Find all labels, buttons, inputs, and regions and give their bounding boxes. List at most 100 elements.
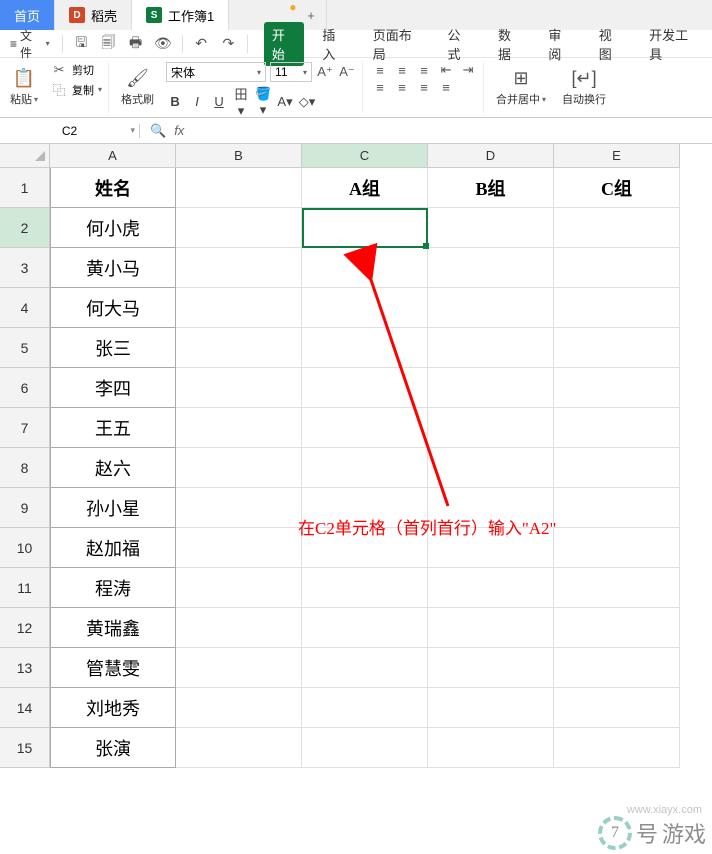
row-header[interactable]: 10 — [0, 528, 50, 568]
copy-button[interactable]: ⿻复制▾ — [50, 80, 102, 99]
row-header[interactable]: 7 — [0, 408, 50, 448]
cell[interactable]: 何小虎 — [50, 208, 176, 248]
ribbon-tab-view[interactable]: 视图 — [591, 22, 631, 66]
cell[interactable]: 何大马 — [50, 288, 176, 328]
cell[interactable] — [176, 368, 302, 408]
column-header-e[interactable]: E — [554, 144, 680, 168]
cell[interactable] — [176, 168, 302, 208]
cell[interactable]: 张演 — [50, 728, 176, 768]
menu-hamburger[interactable]: ≡ 文件 ▾ — [6, 27, 54, 61]
cell[interactable] — [176, 328, 302, 368]
cell[interactable] — [554, 288, 680, 328]
cell[interactable] — [428, 728, 554, 768]
cell[interactable] — [554, 368, 680, 408]
font-family-select[interactable]: 宋体▾ — [166, 62, 266, 82]
cell[interactable] — [428, 248, 554, 288]
cell[interactable]: 程涛 — [50, 568, 176, 608]
column-header-c[interactable]: C — [302, 144, 428, 168]
cell[interactable] — [428, 608, 554, 648]
undo-button[interactable]: ↶ — [190, 33, 211, 55]
cell[interactable] — [302, 568, 428, 608]
row-header[interactable]: 14 — [0, 688, 50, 728]
cell[interactable] — [554, 328, 680, 368]
cell[interactable] — [428, 568, 554, 608]
cell[interactable] — [554, 648, 680, 688]
cell[interactable] — [176, 528, 302, 568]
ribbon-tab-pagelayout[interactable]: 页面布局 — [365, 22, 430, 66]
cell[interactable] — [554, 728, 680, 768]
cell[interactable] — [554, 688, 680, 728]
italic-button[interactable]: I — [188, 94, 206, 109]
column-header-d[interactable]: D — [428, 144, 554, 168]
increase-font-icon[interactable]: A⁺ — [316, 64, 334, 80]
cell[interactable] — [554, 608, 680, 648]
row-header[interactable]: 3 — [0, 248, 50, 288]
merge-icon[interactable]: ⊞ — [513, 68, 528, 89]
cell[interactable] — [428, 328, 554, 368]
cell[interactable] — [428, 448, 554, 488]
cell[interactable]: C组 — [554, 168, 680, 208]
indent-right-icon[interactable]: ⇥ — [459, 62, 477, 78]
cell[interactable] — [302, 728, 428, 768]
cell[interactable] — [428, 408, 554, 448]
cell[interactable] — [302, 608, 428, 648]
cell[interactable] — [176, 408, 302, 448]
cell[interactable] — [428, 688, 554, 728]
cell[interactable] — [176, 608, 302, 648]
cell[interactable] — [176, 568, 302, 608]
cell[interactable]: 黄瑞鑫 — [50, 608, 176, 648]
border-button[interactable]: 田▾ — [232, 84, 250, 119]
brush-icon[interactable]: 🖌 — [126, 68, 149, 89]
fill-color-button[interactable]: 🪣▾ — [254, 86, 272, 118]
cell[interactable]: 李四 — [50, 368, 176, 408]
cell[interactable] — [302, 368, 428, 408]
row-header[interactable]: 9 — [0, 488, 50, 528]
save-as-icon[interactable]: 🗐 — [98, 33, 119, 55]
row-header[interactable]: 15 — [0, 728, 50, 768]
cell[interactable] — [554, 408, 680, 448]
cell[interactable] — [554, 448, 680, 488]
align-middle-icon[interactable]: ≡ — [393, 63, 411, 78]
search-icon[interactable]: 🔍 — [150, 123, 166, 139]
cell[interactable] — [428, 648, 554, 688]
cell[interactable] — [176, 208, 302, 248]
ribbon-tab-data[interactable]: 数据 — [490, 22, 530, 66]
row-header[interactable]: 12 — [0, 608, 50, 648]
align-top-icon[interactable]: ≡ — [371, 63, 389, 78]
ribbon-tab-formula[interactable]: 公式 — [440, 22, 480, 66]
align-center-icon[interactable]: ≡ — [393, 80, 411, 95]
cell[interactable]: 赵六 — [50, 448, 176, 488]
cell[interactable]: B组 — [428, 168, 554, 208]
cell[interactable]: 赵加福 — [50, 528, 176, 568]
row-header[interactable]: 5 — [0, 328, 50, 368]
align-left-icon[interactable]: ≡ — [371, 80, 389, 95]
row-header[interactable]: 11 — [0, 568, 50, 608]
cell[interactable]: 黄小马 — [50, 248, 176, 288]
cell[interactable] — [428, 288, 554, 328]
ribbon-tab-insert[interactable]: 插入 — [314, 22, 354, 66]
tab-document-2[interactable]: S 工作簿1 — [132, 0, 229, 30]
cell[interactable] — [176, 448, 302, 488]
wrap-icon[interactable]: [↵] — [572, 68, 597, 89]
row-header[interactable]: 6 — [0, 368, 50, 408]
cell[interactable] — [554, 488, 680, 528]
cell[interactable] — [302, 328, 428, 368]
cell[interactable] — [302, 288, 428, 328]
cell[interactable] — [302, 408, 428, 448]
cell[interactable] — [302, 448, 428, 488]
redo-button[interactable]: ↷ — [218, 33, 239, 55]
align-bottom-icon[interactable]: ≡ — [415, 63, 433, 78]
cell[interactable] — [302, 248, 428, 288]
fx-icon[interactable]: fx — [174, 123, 184, 138]
column-header-a[interactable]: A — [50, 144, 176, 168]
underline-button[interactable]: U — [210, 94, 228, 109]
wrap-label[interactable]: 自动换行 — [562, 91, 606, 107]
cell[interactable] — [176, 288, 302, 328]
cell[interactable]: 姓名 — [50, 168, 176, 208]
bold-button[interactable]: B — [166, 94, 184, 109]
cut-button[interactable]: ✂剪切 — [50, 62, 102, 78]
cell[interactable]: 刘地秀 — [50, 688, 176, 728]
cell[interactable] — [554, 248, 680, 288]
cell[interactable] — [428, 368, 554, 408]
cell[interactable] — [554, 528, 680, 568]
